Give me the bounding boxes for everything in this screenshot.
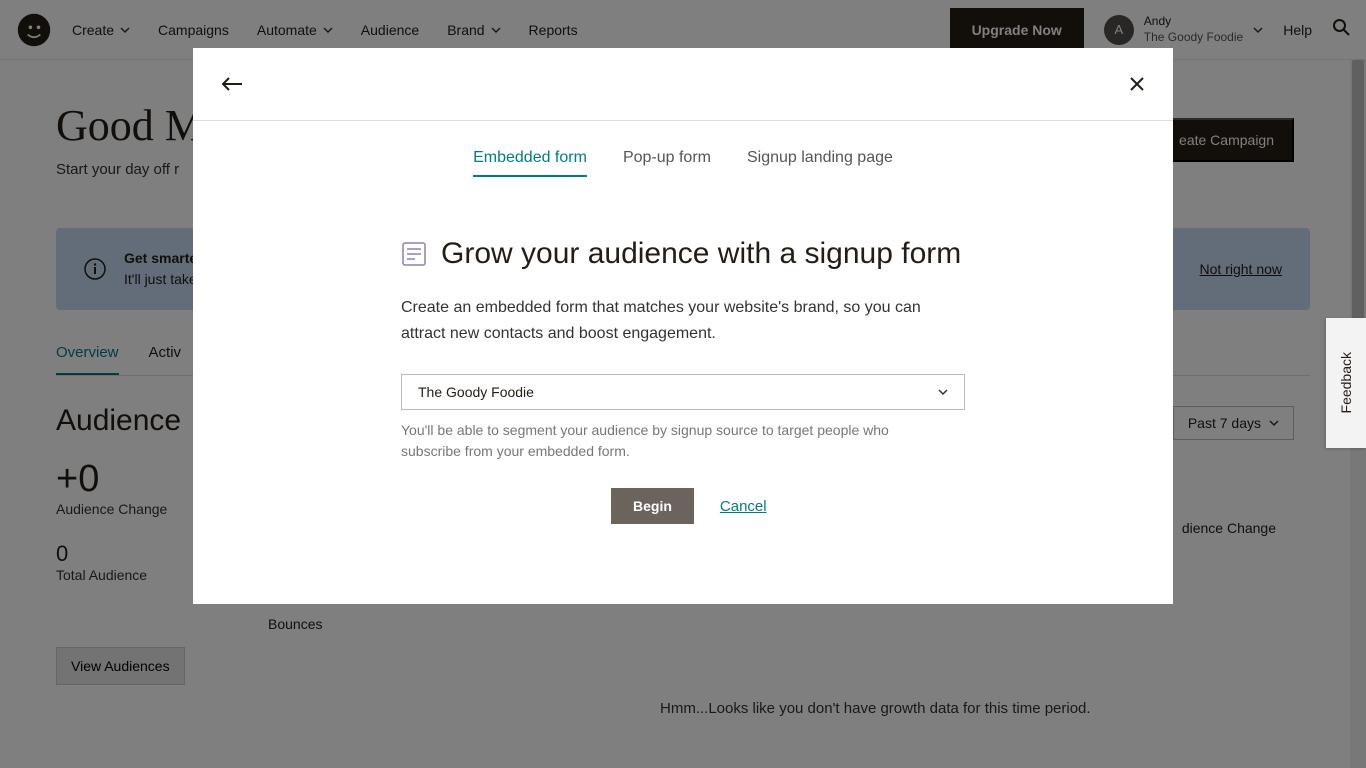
modal-heading-row: Grow your audience with a signup form <box>401 237 965 271</box>
begin-button[interactable]: Begin <box>611 488 694 524</box>
audience-select[interactable]: The Goody Foodie <box>401 374 965 410</box>
modal-tabs: Embedded form Pop-up form Signup landing… <box>193 149 1173 177</box>
tab-popup-form[interactable]: Pop-up form <box>623 149 711 177</box>
back-arrow-icon[interactable] <box>221 77 243 91</box>
modal-header <box>193 48 1173 121</box>
signup-form-modal: Embedded form Pop-up form Signup landing… <box>193 48 1173 604</box>
close-icon[interactable] <box>1129 76 1145 92</box>
cancel-link[interactable]: Cancel <box>720 498 767 515</box>
modal-overlay: Embedded form Pop-up form Signup landing… <box>0 0 1366 768</box>
tab-signup-landing[interactable]: Signup landing page <box>747 149 893 177</box>
form-icon <box>401 241 427 267</box>
modal-body: Grow your audience with a signup form Cr… <box>193 177 1173 524</box>
modal-actions: Begin Cancel <box>611 488 965 524</box>
select-value: The Goody Foodie <box>418 384 534 400</box>
tab-embedded-form[interactable]: Embedded form <box>473 149 587 177</box>
modal-description: Create an embedded form that matches you… <box>401 295 961 346</box>
feedback-tab[interactable]: Feedback <box>1326 318 1366 448</box>
modal-heading: Grow your audience with a signup form <box>441 237 961 271</box>
helper-text: You'll be able to segment your audience … <box>401 420 941 462</box>
chevron-down-icon <box>938 387 948 397</box>
